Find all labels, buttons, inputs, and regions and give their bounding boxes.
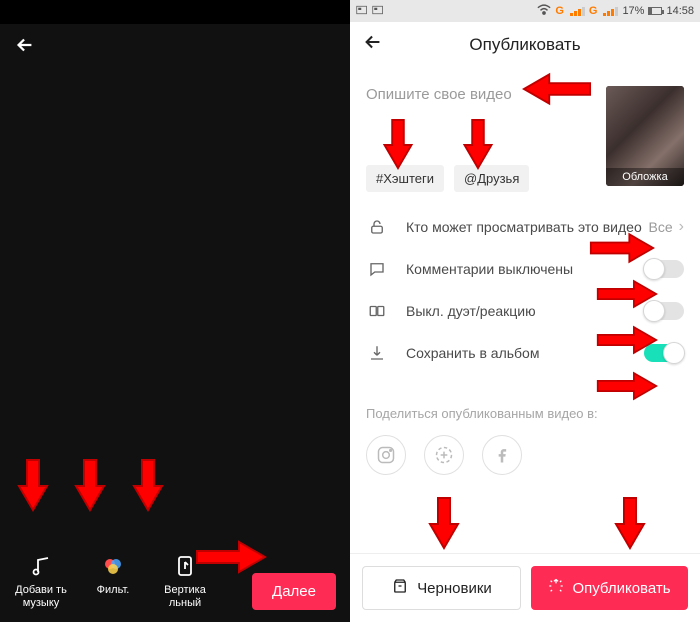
clock: 14:58 bbox=[666, 5, 694, 17]
network-g-1: G bbox=[555, 5, 564, 17]
publish-screen: G G 17% 14:58 Опубликовать Опишите свое … bbox=[350, 0, 700, 622]
editor-toolbar: Добави ть музыку Фильт. Вертика льный Да… bbox=[0, 552, 350, 610]
publish-label: Опубликовать bbox=[572, 580, 670, 597]
description-area: Опишите свое видео #Хэштеги @Друзья Обло… bbox=[350, 68, 700, 202]
filters-icon bbox=[99, 552, 127, 580]
duet-toggle[interactable] bbox=[644, 302, 684, 320]
wifi-icon bbox=[537, 4, 551, 18]
settings-list: Кто может просматривать это видео Все › … bbox=[350, 202, 700, 378]
download-icon bbox=[366, 344, 388, 362]
chevron-right-icon: › bbox=[679, 218, 684, 236]
back-button[interactable] bbox=[362, 31, 384, 59]
privacy-row[interactable]: Кто может просматривать это видео Все › bbox=[350, 206, 700, 248]
share-stories[interactable] bbox=[424, 435, 464, 475]
back-button[interactable] bbox=[14, 34, 36, 63]
video-cover[interactable]: Обложка bbox=[606, 86, 684, 186]
drafts-button[interactable]: Черновики bbox=[362, 566, 521, 610]
comments-toggle[interactable] bbox=[644, 260, 684, 278]
share-label: Поделиться опубликованным видео в: bbox=[366, 406, 684, 421]
music-icon bbox=[27, 552, 55, 580]
publish-icon bbox=[548, 578, 564, 598]
friends-chip[interactable]: @Друзья bbox=[454, 165, 529, 192]
battery-icon bbox=[648, 7, 662, 15]
signal-icon-2 bbox=[603, 7, 618, 16]
save-toggle[interactable] bbox=[644, 344, 684, 362]
next-button-label: Далее bbox=[272, 583, 316, 600]
status-bar: G G 17% 14:58 bbox=[350, 0, 700, 22]
vertical-icon bbox=[171, 552, 199, 580]
sim-icon bbox=[356, 5, 368, 18]
status-bar-left bbox=[0, 0, 350, 24]
add-music-button[interactable]: Добави ть музыку bbox=[14, 552, 68, 610]
save-row: Сохранить в альбом bbox=[350, 332, 700, 374]
publish-button[interactable]: Опубликовать bbox=[531, 566, 688, 610]
network-g-2: G bbox=[589, 5, 598, 17]
privacy-label: Кто может просматривать это видео bbox=[406, 218, 649, 236]
lock-icon bbox=[366, 218, 388, 236]
comments-row: Комментарии выключены bbox=[350, 248, 700, 290]
comments-label: Комментарии выключены bbox=[406, 260, 644, 278]
duet-label: Выкл. дуэт/реакцию bbox=[406, 302, 644, 320]
signal-icon-1 bbox=[570, 7, 585, 16]
filters-label: Фильт. bbox=[97, 584, 130, 597]
privacy-value: Все bbox=[649, 219, 673, 235]
next-button[interactable]: Далее bbox=[252, 573, 336, 610]
battery-text: 17% bbox=[622, 5, 644, 17]
save-label: Сохранить в альбом bbox=[406, 344, 644, 362]
sim-icon-2 bbox=[372, 5, 384, 18]
hashtags-chip[interactable]: #Хэштеги bbox=[366, 165, 444, 192]
header: Опубликовать bbox=[350, 22, 700, 68]
share-section: Поделиться опубликованным видео в: bbox=[350, 378, 700, 483]
video-description-input[interactable]: Опишите свое видео bbox=[366, 86, 596, 103]
duet-row: Выкл. дуэт/реакцию bbox=[350, 290, 700, 332]
share-instagram[interactable] bbox=[366, 435, 406, 475]
cover-label: Обложка bbox=[606, 168, 684, 186]
drafts-icon bbox=[391, 577, 409, 599]
bottom-bar: Черновики Опубликовать bbox=[350, 553, 700, 622]
video-editor-screen: Добави ть музыку Фильт. Вертика льный Да… bbox=[0, 0, 350, 622]
page-title: Опубликовать bbox=[469, 35, 580, 55]
comment-icon bbox=[366, 260, 388, 278]
add-music-label: Добави ть музыку bbox=[14, 584, 68, 610]
vertical-button[interactable]: Вертика льный bbox=[158, 552, 212, 610]
duet-icon bbox=[366, 302, 388, 320]
share-facebook[interactable] bbox=[482, 435, 522, 475]
vertical-label: Вертика льный bbox=[158, 584, 212, 610]
filters-button[interactable]: Фильт. bbox=[86, 552, 140, 610]
drafts-label: Черновики bbox=[417, 580, 492, 597]
